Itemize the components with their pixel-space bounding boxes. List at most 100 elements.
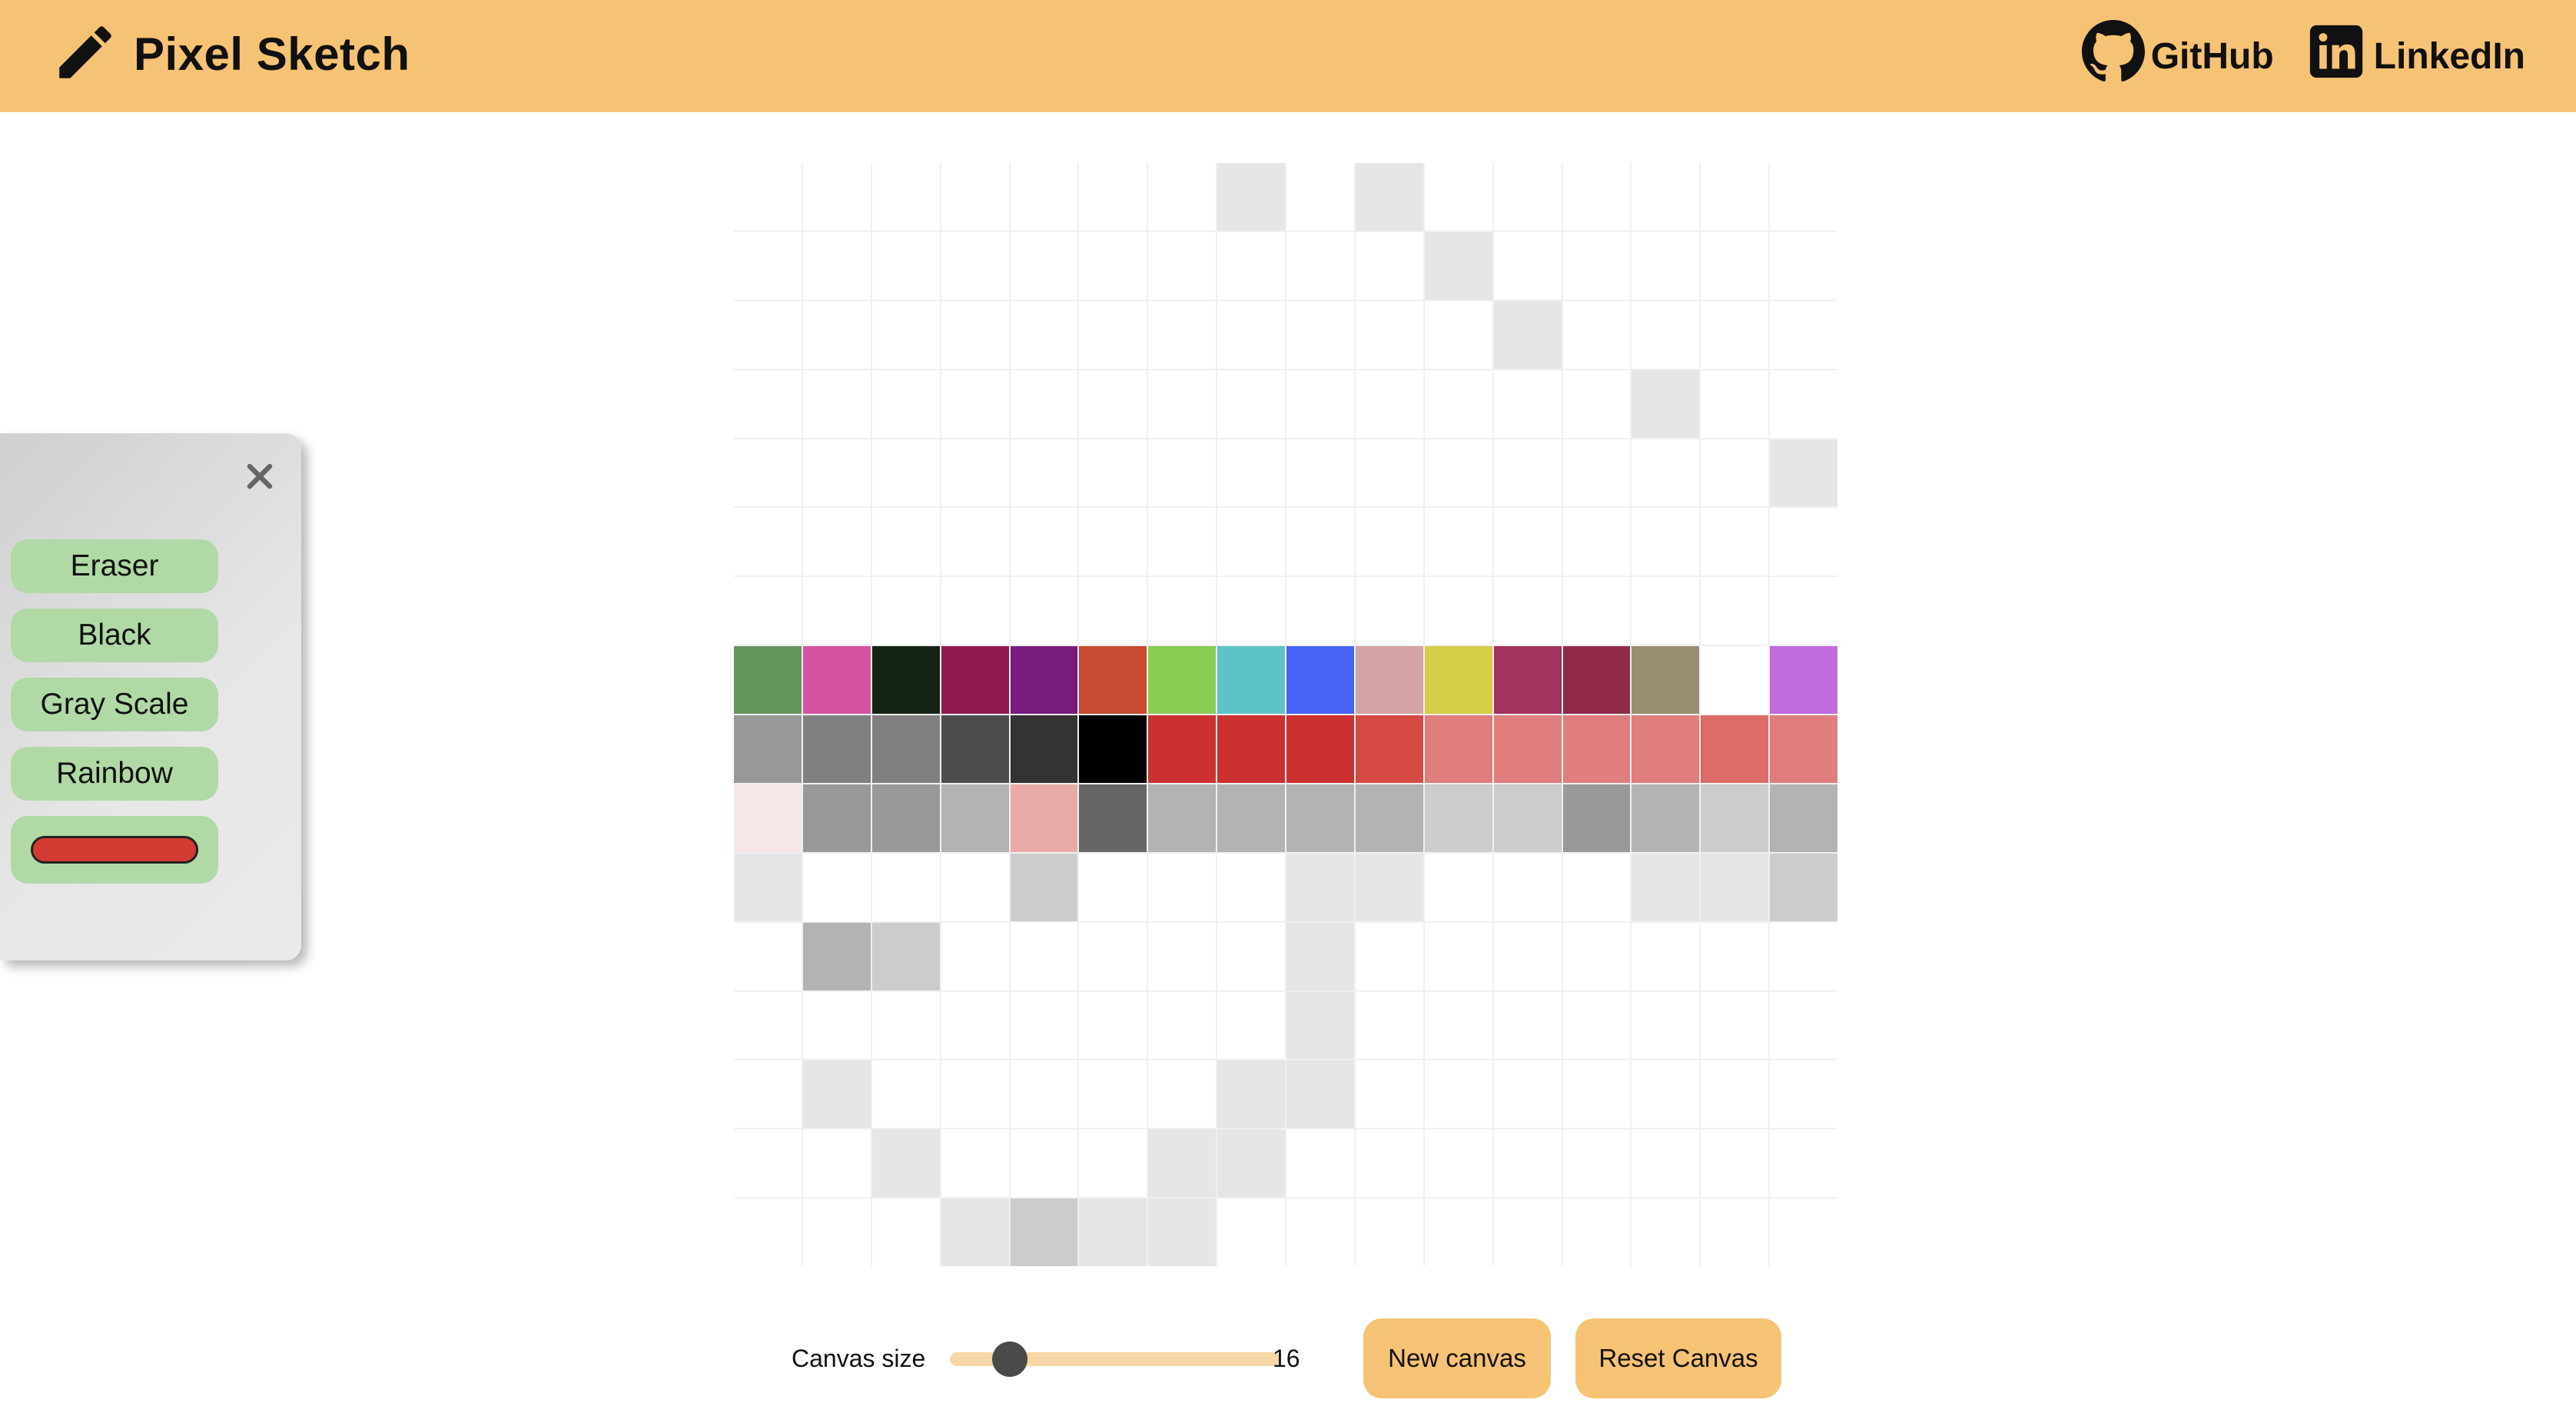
canvas-cell[interactable] (871, 853, 940, 921)
canvas-cell[interactable] (1217, 508, 1285, 576)
canvas-cell[interactable] (1424, 853, 1492, 921)
canvas-cell[interactable] (1217, 577, 1285, 645)
canvas-cell[interactable] (1217, 1199, 1285, 1266)
canvas-cell[interactable] (871, 577, 940, 645)
canvas-cell[interactable] (1010, 922, 1078, 990)
canvas-cell[interactable] (941, 300, 1009, 369)
canvas-cell[interactable] (1079, 577, 1147, 645)
canvas-cell[interactable] (1079, 853, 1147, 921)
canvas-cell[interactable] (1701, 508, 1769, 576)
canvas-size-slider[interactable] (950, 1340, 1280, 1377)
canvas-cell[interactable] (941, 715, 1009, 783)
canvas-cell[interactable] (1355, 646, 1423, 714)
canvas-cell[interactable] (871, 646, 940, 714)
canvas-cell[interactable] (1010, 508, 1078, 576)
canvas-cell[interactable] (1562, 370, 1631, 438)
canvas-cell[interactable] (1562, 991, 1631, 1060)
canvas-cell[interactable] (1148, 1129, 1217, 1198)
canvas-cell[interactable] (1079, 715, 1147, 783)
canvas-cell[interactable] (1217, 370, 1285, 438)
canvas-cell[interactable] (1148, 784, 1217, 852)
canvas-cell[interactable] (1286, 646, 1354, 714)
canvas-cell[interactable] (871, 922, 940, 990)
canvas-cell[interactable] (1632, 922, 1700, 990)
canvas-cell[interactable] (1424, 300, 1492, 369)
canvas-cell[interactable] (1148, 715, 1217, 783)
canvas-cell[interactable] (1632, 300, 1700, 369)
canvas-cell[interactable] (1701, 439, 1769, 507)
canvas-cell[interactable] (1562, 922, 1631, 990)
canvas-cell[interactable] (1770, 991, 1837, 1060)
canvas-cell[interactable] (871, 231, 940, 300)
canvas-cell[interactable] (1770, 508, 1837, 576)
canvas-cell[interactable] (1632, 991, 1700, 1060)
canvas-cell[interactable] (1286, 439, 1354, 507)
canvas-cell[interactable] (1079, 508, 1147, 576)
canvas-cell[interactable] (941, 646, 1009, 714)
canvas-cell[interactable] (734, 715, 802, 783)
canvas-cell[interactable] (1010, 715, 1078, 783)
canvas-cell[interactable] (802, 1060, 871, 1129)
canvas-cell[interactable] (1010, 1060, 1078, 1129)
canvas-cell[interactable] (941, 922, 1009, 990)
canvas-cell[interactable] (1148, 853, 1217, 921)
canvas-cell[interactable] (802, 715, 871, 783)
canvas-cell[interactable] (1632, 1129, 1700, 1198)
canvas-cell[interactable] (1079, 991, 1147, 1060)
canvas-cell[interactable] (1562, 439, 1631, 507)
canvas-cell[interactable] (1632, 231, 1700, 300)
canvas-cell[interactable] (871, 370, 940, 438)
canvas-cell[interactable] (1632, 853, 1700, 921)
canvas-cell[interactable] (1632, 646, 1700, 714)
canvas-cell[interactable] (1286, 163, 1354, 230)
canvas-cell[interactable] (1424, 163, 1492, 230)
canvas-cell[interactable] (1493, 1129, 1562, 1198)
canvas-cell[interactable] (1286, 577, 1354, 645)
canvas-cell[interactable] (1493, 1199, 1562, 1266)
canvas-cell[interactable] (802, 300, 871, 369)
canvas-cell[interactable] (1217, 231, 1285, 300)
canvas-cell[interactable] (1355, 508, 1423, 576)
canvas-cell[interactable] (1079, 370, 1147, 438)
canvas-cell[interactable] (941, 231, 1009, 300)
canvas-cell[interactable] (802, 1129, 871, 1198)
canvas-cell[interactable] (871, 508, 940, 576)
canvas-cell[interactable] (734, 1129, 802, 1198)
canvas-cell[interactable] (1424, 1060, 1492, 1129)
canvas-cell[interactable] (871, 300, 940, 369)
canvas-cell[interactable] (1632, 577, 1700, 645)
canvas-cell[interactable] (1217, 163, 1285, 230)
canvas-cell[interactable] (1701, 853, 1769, 921)
canvas-cell[interactable] (1148, 991, 1217, 1060)
canvas-cell[interactable] (1355, 439, 1423, 507)
canvas-cell[interactable] (802, 231, 871, 300)
canvas-cell[interactable] (1424, 646, 1492, 714)
canvas-cell[interactable] (734, 784, 802, 852)
canvas-cell[interactable] (1562, 646, 1631, 714)
canvas-cell[interactable] (1562, 1199, 1631, 1266)
canvas-cell[interactable] (1355, 922, 1423, 990)
canvas-cell[interactable] (1424, 715, 1492, 783)
canvas-cell[interactable] (1355, 715, 1423, 783)
black-button[interactable]: Black (11, 609, 218, 662)
canvas-cell[interactable] (1079, 300, 1147, 369)
canvas-cell[interactable] (941, 1060, 1009, 1129)
canvas-cell[interactable] (1217, 646, 1285, 714)
canvas-cell[interactable] (1493, 991, 1562, 1060)
canvas-cell[interactable] (941, 370, 1009, 438)
canvas-cell[interactable] (871, 1129, 940, 1198)
canvas-cell[interactable] (1770, 715, 1837, 783)
canvas-cell[interactable] (1010, 370, 1078, 438)
canvas-cell[interactable] (1493, 853, 1562, 921)
canvas-cell[interactable] (1355, 784, 1423, 852)
canvas-cell[interactable] (1355, 370, 1423, 438)
canvas-cell[interactable] (1010, 784, 1078, 852)
canvas-cell[interactable] (1493, 922, 1562, 990)
canvas-cell[interactable] (1079, 1060, 1147, 1129)
canvas-cell[interactable] (941, 991, 1009, 1060)
canvas-cell[interactable] (1562, 300, 1631, 369)
canvas-cell[interactable] (941, 1199, 1009, 1266)
canvas-cell[interactable] (1424, 577, 1492, 645)
canvas-cell[interactable] (1701, 231, 1769, 300)
canvas-cell[interactable] (802, 508, 871, 576)
